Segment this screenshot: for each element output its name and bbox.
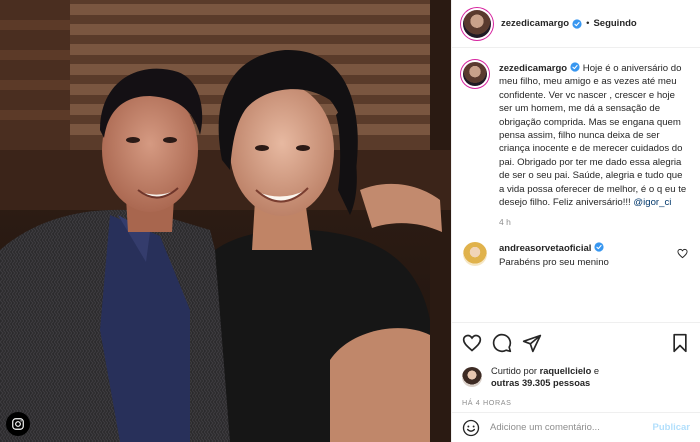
- other-likers-link[interactable]: outras 39.305 pessoas: [491, 378, 590, 388]
- instagram-post: zezedicamargo • Seguindo zezedicamargo H…: [0, 0, 700, 442]
- first-liker-link[interactable]: raquellcielo: [540, 366, 592, 376]
- liker-avatar[interactable]: [462, 367, 482, 387]
- comment-icon[interactable]: [492, 333, 512, 353]
- caption-username[interactable]: zezedicamargo: [499, 63, 567, 74]
- caption-text: Hoje é o aniversário do meu filho, meu a…: [499, 63, 687, 209]
- photo-illustration: [0, 0, 451, 442]
- verified-badge-icon: [572, 18, 582, 29]
- author-avatar[interactable]: [463, 9, 491, 38]
- author-username[interactable]: zezedicamargo: [501, 18, 569, 29]
- heart-icon[interactable]: [462, 333, 482, 353]
- post-side-panel: zezedicamargo • Seguindo zezedicamargo H…: [451, 0, 700, 442]
- likes-summary: Curtido por raquellcielo e outras 39.305…: [452, 362, 700, 392]
- verified-badge-icon: [570, 62, 580, 72]
- commenter-avatar[interactable]: [463, 242, 487, 267]
- comment-body: andreasorvetaoficial Parabéns pro seu me…: [499, 242, 677, 269]
- post-photo[interactable]: [0, 0, 451, 442]
- post-actions-bar: [452, 322, 700, 362]
- emoji-icon[interactable]: [462, 419, 480, 437]
- comment-input[interactable]: [490, 422, 653, 433]
- caption-age: 4 h: [499, 217, 511, 228]
- caption-avatar[interactable]: [463, 62, 487, 86]
- comment-text: Parabéns pro seu menino: [499, 256, 609, 268]
- bookmark-icon[interactable]: [670, 333, 690, 353]
- caption-mention-link[interactable]: @igor_ci: [633, 197, 671, 208]
- caption: zezedicamargo Hoje é o aniversário do me…: [463, 62, 688, 227]
- likes-prefix: Curtido por: [491, 365, 537, 376]
- post-header: zezedicamargo • Seguindo: [452, 0, 700, 48]
- instagram-icon[interactable]: [6, 412, 30, 436]
- comments-section: zezedicamargo Hoje é o aniversário do me…: [452, 48, 700, 322]
- separator-dot: •: [586, 18, 590, 29]
- likes-text: Curtido por raquellcielo e outras 39.305…: [491, 365, 599, 390]
- post-timestamp[interactable]: HÁ 4 HORAS: [452, 392, 700, 412]
- publish-button[interactable]: Publicar: [653, 422, 691, 433]
- comment-like-heart-icon[interactable]: [677, 248, 688, 259]
- likes-joiner: e: [593, 365, 600, 376]
- comment-item: andreasorvetaoficial Parabéns pro seu me…: [463, 242, 688, 269]
- verified-badge-icon: [594, 242, 604, 253]
- add-comment-bar: Publicar: [452, 412, 700, 442]
- caption-body: zezedicamargo Hoje é o aniversário do me…: [499, 62, 688, 209]
- follow-status-button[interactable]: Seguindo: [593, 18, 636, 29]
- share-icon[interactable]: [522, 333, 542, 353]
- comment-username[interactable]: andreasorvetaoficial: [499, 243, 591, 254]
